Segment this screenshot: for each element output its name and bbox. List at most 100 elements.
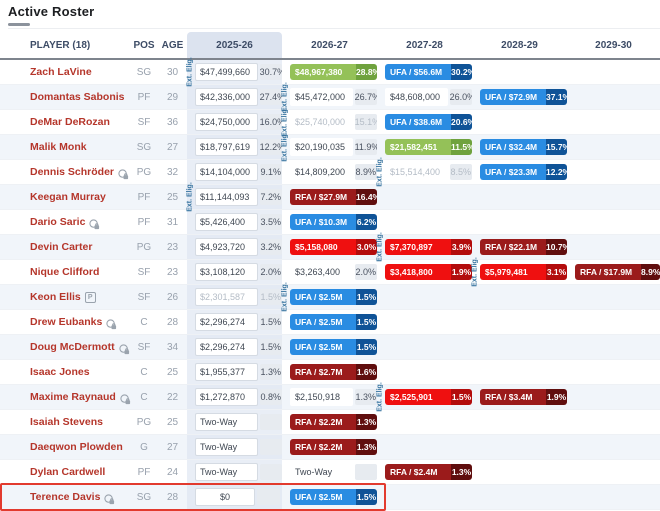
ufa-contract-badge[interactable]: UFA / $38.6M20.6% [385, 114, 472, 130]
salary-value-input[interactable]: Two-Way [195, 413, 258, 431]
salary-value-input[interactable]: Two-Way [195, 438, 258, 456]
table-row: Maxime RaynaudC22$1,272,8700.8%$2,150,91… [0, 385, 660, 410]
player-link[interactable]: Dylan Cardwell [30, 466, 105, 478]
red-contract-badge[interactable]: $5,158,0803.0% [290, 239, 377, 255]
column-header-player-18-: PLAYER (18) [0, 32, 130, 58]
salary-pct: 1.5% [260, 289, 282, 305]
red-contract-badge[interactable]: $2,525,9011.5% [385, 389, 472, 405]
season-cell-2027-28: Ext. Elig.$2,525,9011.5% [377, 385, 472, 409]
green-contract-badge[interactable]: $48,967,38028.8% [290, 64, 377, 80]
salary-pct: 27.4% [260, 89, 282, 105]
badge-value: UFA / $23.3M [480, 164, 546, 180]
position-cell: PF [130, 85, 158, 109]
age-cell: 23 [158, 235, 187, 259]
green-contract-badge[interactable]: $21,582,45111.5% [385, 139, 472, 155]
badge-pct: 1.6% [356, 364, 377, 380]
player-link[interactable]: Isaiah Stevens [30, 416, 103, 428]
salary-value-input[interactable]: $2,296,274 [195, 313, 258, 331]
player-link[interactable]: Domantas Sabonis [30, 91, 125, 103]
salary-value-input[interactable]: $3,108,120 [195, 263, 258, 281]
table-row: Keon EllisPSF26$2,301,5871.5%Ext. Elig.U… [0, 285, 660, 310]
salary-pct [260, 439, 282, 455]
red-contract-badge[interactable]: $7,370,8973.9% [385, 239, 472, 255]
salary-pct [355, 464, 377, 480]
salary-pct: 15.1% [355, 114, 377, 130]
table-row: Nique CliffordSF23$3,108,1202.0%$3,263,4… [0, 260, 660, 285]
season-cell-2029-30 [567, 335, 660, 359]
player-link[interactable]: Maxime Raynaud [30, 391, 116, 403]
red-contract-badge[interactable]: $5,979,4813.1% [480, 264, 567, 280]
ufa-contract-badge[interactable]: UFA / $56.6M30.2% [385, 64, 472, 80]
salary-value-input[interactable]: $2,296,274 [195, 338, 258, 356]
season-cell-2028-29: UFA / $23.3M12.2% [472, 160, 567, 184]
rfa-contract-badge[interactable]: RFA / $22.1M10.7% [480, 239, 567, 255]
season-cell-2026-27: UFA / $2.5M1.5% [282, 335, 377, 359]
red-contract-badge[interactable]: $3,418,8001.9% [385, 264, 472, 280]
salary-value-input[interactable]: $11,144,093 [195, 188, 258, 206]
rfa-contract-badge[interactable]: RFA / $17.9M8.9% [575, 264, 660, 280]
salary-value-input[interactable]: $24,750,000 [195, 113, 258, 131]
badge-pct: 6.2% [356, 214, 377, 230]
ufa-contract-badge[interactable]: UFA / $2.5M1.5% [290, 314, 377, 330]
rfa-contract-badge[interactable]: RFA / $2.4M1.3% [385, 464, 472, 480]
ufa-contract-badge[interactable]: UFA / $2.5M1.5% [290, 289, 377, 305]
rfa-contract-badge[interactable]: RFA / $3.4M1.9% [480, 389, 567, 405]
badge-value: $21,582,451 [385, 139, 451, 155]
position-cell: C [130, 385, 158, 409]
table-row: Isaac JonesC25$1,955,3771.3%RFA / $2.7M1… [0, 360, 660, 385]
player-cell: Keegan Murray [0, 185, 130, 209]
player-link[interactable]: Keon Ellis [30, 291, 81, 303]
season-cell-2025-26: $24,750,00016.0% [187, 110, 282, 134]
player-link[interactable]: Keegan Murray [30, 191, 106, 203]
season-cell-2025-26: $2,301,5871.5% [187, 285, 282, 309]
salary-value-input[interactable]: $5,426,400 [195, 213, 258, 231]
table-row: Doug McDermottSF34$2,296,2741.5%UFA / $2… [0, 335, 660, 360]
season-cell-2027-28: RFA / $2.4M1.3% [377, 460, 472, 484]
position-cell: SF [130, 260, 158, 284]
extension-eligible-label: Ext. Elig. [377, 382, 384, 412]
player-link[interactable]: Isaac Jones [30, 366, 90, 378]
salary-value: $25,740,000 [290, 113, 353, 131]
table-row: Dennis SchröderPG32$14,104,0009.1%$14,80… [0, 160, 660, 185]
salary-value: $14,809,200 [290, 163, 353, 181]
ufa-contract-badge[interactable]: UFA / $23.3M12.2% [480, 164, 567, 180]
rfa-contract-badge[interactable]: RFA / $2.2M1.3% [290, 414, 377, 430]
season-cell-2028-29 [472, 360, 567, 384]
ufa-contract-badge[interactable]: UFA / $32.4M15.7% [480, 139, 567, 155]
player-link[interactable]: Daeqwon Plowden [30, 441, 123, 453]
player-link[interactable]: Malik Monk [30, 141, 87, 153]
position-cell: PG [130, 235, 158, 259]
player-link[interactable]: Drew Eubanks [30, 316, 102, 328]
age-cell: 25 [158, 410, 187, 434]
season-cell-2025-26: $1,955,3771.3% [187, 360, 282, 384]
rfa-contract-badge[interactable]: RFA / $2.7M1.6% [290, 364, 377, 380]
season-cell-2029-30 [567, 110, 660, 134]
salary-value-input[interactable]: $14,104,000 [195, 163, 258, 181]
player-link[interactable]: Dario Saric [30, 216, 85, 228]
player-link[interactable]: Nique Clifford [30, 266, 99, 278]
salary-value-input[interactable]: $4,923,720 [195, 238, 258, 256]
salary-value-input[interactable]: $47,499,660 [195, 63, 258, 81]
season-cell-2025-26: $1,272,8700.8% [187, 385, 282, 409]
player-link[interactable]: Doug McDermott [30, 341, 115, 353]
salary-value-input[interactable]: $1,955,377 [195, 363, 258, 381]
salary-value-input[interactable]: Two-Way [195, 463, 258, 481]
salary-value-input[interactable]: $18,797,619 [195, 138, 258, 156]
rfa-contract-badge[interactable]: RFA / $2.2M1.3% [290, 439, 377, 455]
player-link[interactable]: Terence Davis [30, 491, 100, 503]
ufa-contract-badge[interactable]: UFA / $2.5M1.5% [290, 489, 377, 505]
player-link[interactable]: DeMar DeRozan [30, 116, 110, 128]
player-link[interactable]: Zach LaVine [30, 66, 92, 78]
salary-value-input[interactable]: $0 [195, 488, 255, 506]
ufa-contract-badge[interactable]: UFA / $72.9M37.1% [480, 89, 567, 105]
player-link[interactable]: Dennis Schröder [30, 166, 114, 178]
rfa-contract-badge[interactable]: RFA / $27.9M16.4% [290, 189, 377, 205]
salary-pct: 30.7% [260, 64, 282, 80]
player-link[interactable]: Devin Carter [30, 241, 92, 253]
salary-value-input[interactable]: $2,301,587 [195, 288, 258, 306]
salary-value-input[interactable]: $1,272,870 [195, 388, 258, 406]
age-cell: 28 [158, 310, 187, 334]
ufa-contract-badge[interactable]: UFA / $2.5M1.5% [290, 339, 377, 355]
salary-value-input[interactable]: $42,336,000 [195, 88, 258, 106]
ufa-contract-badge[interactable]: UFA / $10.3M6.2% [290, 214, 377, 230]
